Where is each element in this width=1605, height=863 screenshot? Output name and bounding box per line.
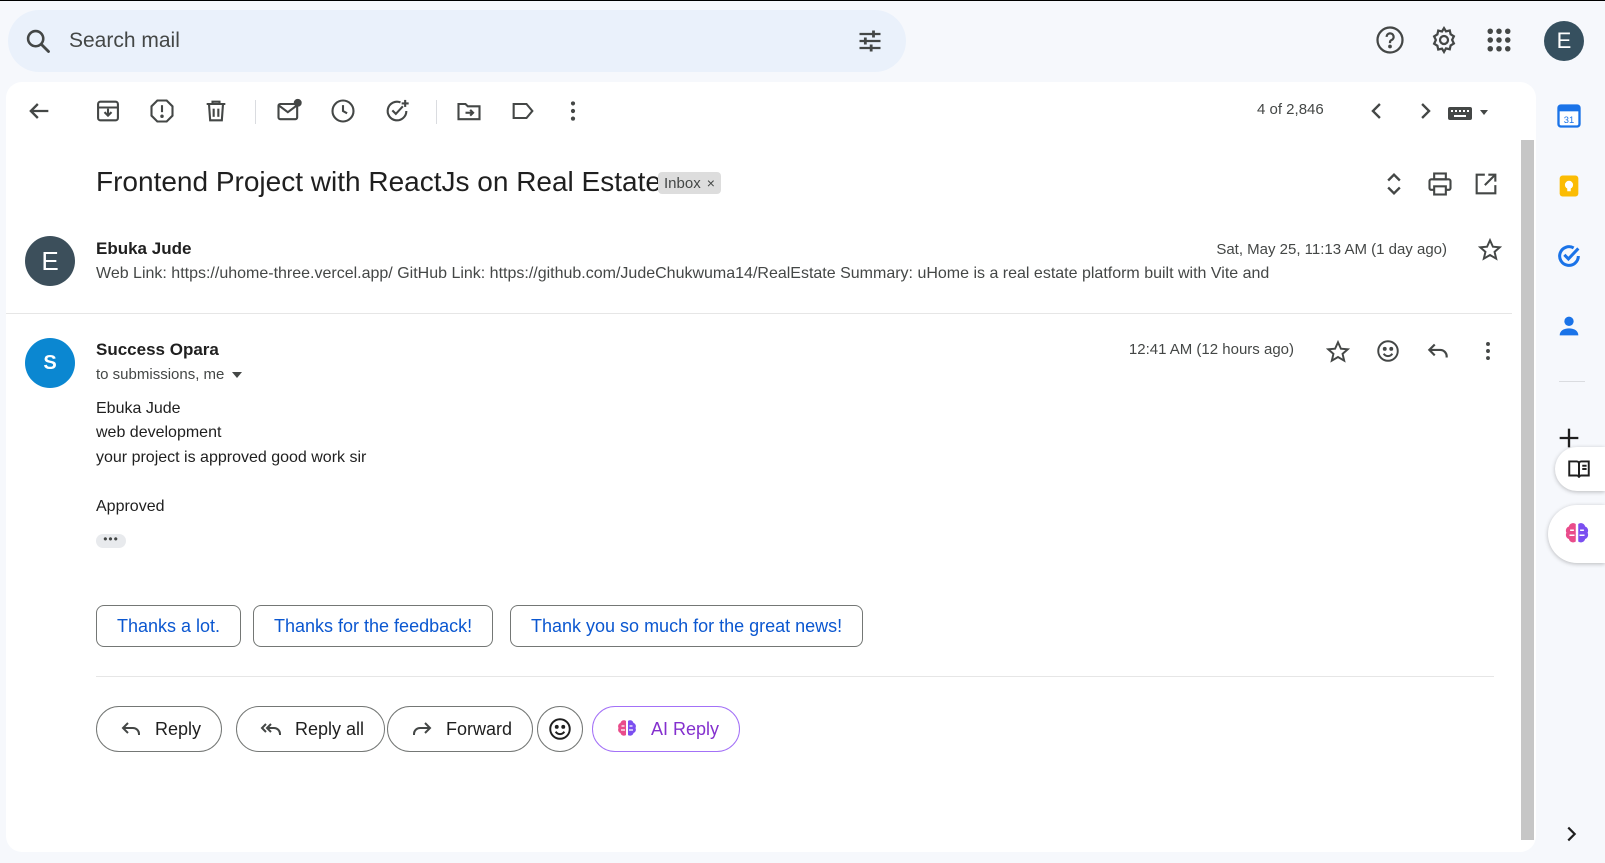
recipients-text: to submissions, me: [96, 366, 225, 383]
more-vert-icon[interactable]: [1475, 338, 1501, 364]
show-trimmed-content-button[interactable]: •••: [96, 533, 126, 548]
chevron-right-icon[interactable]: [1411, 97, 1439, 125]
open-book-icon: [1568, 460, 1590, 478]
expand-all-icon[interactable]: [1380, 170, 1408, 198]
reply-icon[interactable]: [1425, 338, 1451, 364]
inbox-label-text: Inbox: [664, 175, 701, 192]
sender-avatar[interactable]: S: [25, 338, 75, 388]
emoji-reaction-icon[interactable]: [1375, 338, 1401, 364]
remove-label-button[interactable]: ×: [707, 175, 715, 191]
message-body-line: your project is approved good work sir: [96, 449, 367, 466]
smart-reply-button[interactable]: Thanks for the feedback!: [253, 605, 494, 647]
reply-all-icon: [260, 723, 281, 735]
apps-grid-icon[interactable]: [1484, 25, 1514, 55]
more-vert-icon[interactable]: [559, 97, 587, 125]
thread-subject: Frontend Project with ReactJs on Real Es…: [96, 166, 661, 197]
star-icon[interactable]: [1477, 237, 1503, 263]
archive-icon[interactable]: [94, 97, 122, 125]
keyboard-input-icon[interactable]: [1446, 101, 1492, 125]
tasks-icon[interactable]: [1555, 242, 1583, 270]
reply-button[interactable]: Reply: [96, 706, 223, 752]
forward-icon: [413, 722, 432, 735]
label-icon[interactable]: [509, 97, 537, 125]
account-avatar[interactable]: E: [1544, 21, 1584, 61]
emoji-smile-icon: [549, 718, 571, 740]
ai-addon-tab[interactable]: [1548, 505, 1605, 563]
reply-all-button[interactable]: Reply all: [236, 706, 386, 752]
add-task-icon[interactable]: [383, 97, 411, 125]
message-body-line: web development: [96, 424, 222, 441]
reply-icon: [121, 722, 140, 735]
snooze-clock-icon[interactable]: [329, 97, 357, 125]
message-date: 12:41 AM (12 hours ago): [1128, 341, 1294, 358]
message-date: Sat, May 25, 11:13 AM (1 day ago): [1216, 241, 1447, 258]
search-bar[interactable]: Search mail: [8, 10, 906, 72]
sender-name[interactable]: Success Opara: [96, 340, 219, 360]
message-snippet[interactable]: Web Link: https://uhome-three.vercel.app…: [96, 265, 1269, 283]
open-in-new-window-icon[interactable]: [1472, 170, 1500, 198]
report-spam-icon[interactable]: [148, 97, 176, 125]
settings-gear-icon[interactable]: [1429, 25, 1459, 55]
ai-brain-icon: [618, 720, 636, 736]
ai-reply-button[interactable]: AI Reply: [592, 706, 741, 752]
expand-side-panel-chevron-icon[interactable]: [1560, 823, 1582, 845]
reader-addon-tab[interactable]: [1555, 447, 1605, 491]
search-input[interactable]: Search mail: [69, 29, 180, 53]
top-bar: Search mail E: [0, 0, 1605, 80]
star-icon[interactable]: [1325, 339, 1351, 365]
side-panel-divider: [1559, 381, 1585, 382]
search-options-icon[interactable]: [856, 27, 884, 55]
move-to-folder-icon[interactable]: [455, 97, 483, 125]
back-arrow-icon[interactable]: [25, 97, 53, 125]
recipients-line[interactable]: to submissions, me: [96, 366, 244, 383]
sender-avatar[interactable]: E: [25, 236, 75, 286]
forward-label: Forward: [446, 718, 513, 739]
smart-reply-button[interactable]: Thank you so much for the great news!: [510, 605, 864, 647]
emoji-reaction-button[interactable]: [537, 706, 583, 752]
avatar-initial: S: [43, 351, 57, 374]
contacts-icon[interactable]: [1555, 312, 1583, 340]
keep-notes-icon[interactable]: [1555, 172, 1583, 200]
sender-name[interactable]: Ebuka Jude: [96, 239, 191, 259]
chevron-left-icon[interactable]: [1363, 97, 1391, 125]
toolbar-divider: [436, 100, 437, 124]
message-divider: [6, 313, 1512, 314]
message-body-line: Ebuka Jude: [96, 400, 181, 417]
inbox-label-chip: Inbox ×: [658, 172, 721, 194]
reply-label: Reply: [155, 718, 202, 739]
search-icon[interactable]: [24, 27, 52, 55]
reply-all-label: Reply all: [295, 718, 365, 739]
actions-divider: [96, 676, 1494, 677]
mark-unread-icon[interactable]: [275, 97, 303, 125]
toolbar-divider: [255, 100, 256, 124]
ai-brain-icon: [1565, 523, 1589, 543]
scrollbar[interactable]: [1521, 140, 1534, 840]
calendar-day-number: 31: [1564, 115, 1574, 125]
help-icon[interactable]: [1375, 25, 1405, 55]
calendar-icon[interactable]: 31: [1555, 102, 1583, 130]
recipients-dropdown-icon[interactable]: [230, 370, 244, 380]
ai-reply-label: AI Reply: [651, 718, 720, 739]
print-icon[interactable]: [1426, 170, 1454, 198]
message-count: 4 of 2,846: [1257, 101, 1324, 118]
forward-button[interactable]: Forward: [387, 706, 534, 752]
message-body-line: Approved: [96, 498, 165, 515]
avatar-initial: E: [41, 245, 59, 276]
smart-reply-button[interactable]: Thanks a lot.: [96, 605, 242, 647]
delete-trash-icon[interactable]: [202, 97, 230, 125]
